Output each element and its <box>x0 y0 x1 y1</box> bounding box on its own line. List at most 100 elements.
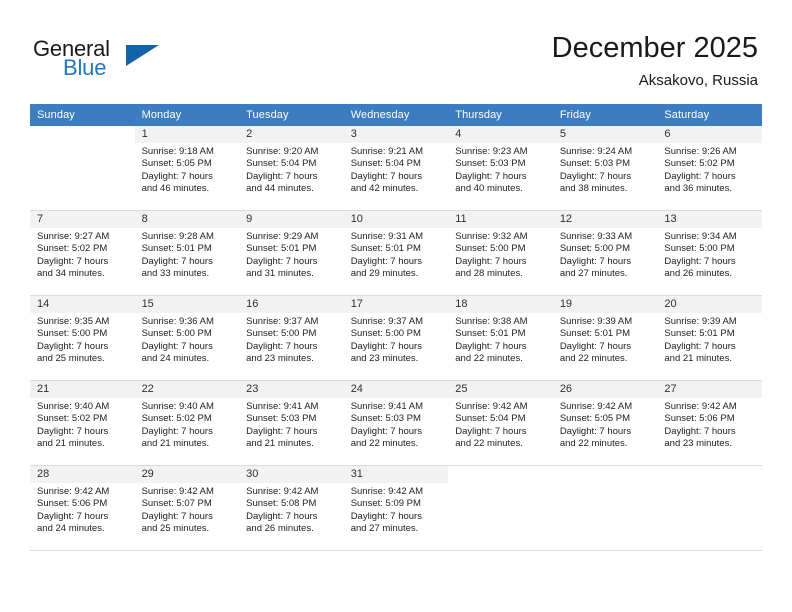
daylight-text-line2: and 44 minutes. <box>246 182 314 194</box>
page-title: December 2025 <box>551 32 758 64</box>
sunrise-text: Sunrise: 9:41 AM <box>350 401 424 412</box>
day-cell[interactable]: 11 Sunrise: 9:32 AM Sunset: 5:00 PM Dayl… <box>448 210 553 296</box>
day-cell[interactable]: 29 Sunrise: 9:42 AM Sunset: 5:07 PM Dayl… <box>134 465 240 551</box>
daylight-text-line1: Daylight: 7 hours <box>455 340 527 352</box>
day-cell[interactable]: 9 Sunrise: 9:29 AM Sunset: 5:01 PM Dayli… <box>239 210 344 296</box>
title-block: December 2025 Aksakovo, Russia <box>552 30 758 91</box>
page-header: General Blue December 2025 Aksakovo, Rus… <box>0 0 792 104</box>
sunrise-text: Sunrise: 9:42 AM <box>350 486 424 497</box>
sunrise-text: Sunrise: 9:40 AM <box>141 401 214 412</box>
day-cell[interactable]: 10 Sunrise: 9:31 AM Sunset: 5:01 PM Dayl… <box>343 210 449 296</box>
daylight-text-line2: and 46 minutes. <box>141 182 210 194</box>
day-number: 9 <box>239 211 344 228</box>
sunrise-text: Sunrise: 9:36 AM <box>141 316 214 327</box>
day-details: Sunrise: 9:39 AM Sunset: 5:01 PM Dayligh… <box>553 313 658 365</box>
day-cell[interactable]: 14 Sunrise: 9:35 AM Sunset: 5:00 PM Dayl… <box>30 295 135 381</box>
sunrise-text: Sunrise: 9:37 AM <box>350 316 424 327</box>
sunrise-text: Sunrise: 9:28 AM <box>141 231 214 242</box>
day-details: Sunrise: 9:42 AM Sunset: 5:08 PM Dayligh… <box>239 483 344 535</box>
general-blue-logo[interactable]: General Blue <box>33 36 203 86</box>
day-cell[interactable]: 22 Sunrise: 9:40 AM Sunset: 5:02 PM Dayl… <box>134 380 240 466</box>
daylight-text-line2: and 25 minutes. <box>37 352 105 364</box>
day-number: 25 <box>448 381 553 398</box>
daylight-text-line1: Daylight: 7 hours <box>246 510 318 522</box>
day-cell[interactable]: 24 Sunrise: 9:41 AM Sunset: 5:03 PM Dayl… <box>343 380 449 466</box>
calendar-table: Sunday Monday Tuesday Wednesday Thursday… <box>30 104 762 551</box>
sunset-text: Sunset: 5:02 PM <box>37 413 108 425</box>
day-cell[interactable]: 19 Sunrise: 9:39 AM Sunset: 5:01 PM Dayl… <box>552 295 658 381</box>
day-details: Sunrise: 9:32 AM Sunset: 5:00 PM Dayligh… <box>448 228 553 280</box>
day-cell[interactable]: 16 Sunrise: 9:37 AM Sunset: 5:00 PM Dayl… <box>239 295 344 381</box>
daylight-text-line1: Daylight: 7 hours <box>37 255 109 267</box>
day-cell[interactable]: 31 Sunrise: 9:42 AM Sunset: 5:09 PM Dayl… <box>343 465 449 551</box>
day-cell[interactable]: 3 Sunrise: 9:21 AM Sunset: 5:04 PM Dayli… <box>343 126 449 211</box>
day-details: Sunrise: 9:42 AM Sunset: 5:05 PM Dayligh… <box>553 398 658 450</box>
day-number: 10 <box>343 211 449 228</box>
weekday-header-monday: Monday <box>134 104 240 126</box>
day-details: Sunrise: 9:42 AM Sunset: 5:06 PM Dayligh… <box>657 398 762 450</box>
sunset-text: Sunset: 5:04 PM <box>350 158 421 170</box>
day-details: Sunrise: 9:42 AM Sunset: 5:04 PM Dayligh… <box>448 398 553 450</box>
day-cell[interactable]: 23 Sunrise: 9:41 AM Sunset: 5:03 PM Dayl… <box>239 380 344 466</box>
day-cell[interactable]: 4 Sunrise: 9:23 AM Sunset: 5:03 PM Dayli… <box>448 126 553 211</box>
day-cell[interactable]: 8 Sunrise: 9:28 AM Sunset: 5:01 PM Dayli… <box>134 210 240 296</box>
day-cell[interactable]: 2 Sunrise: 9:20 AM Sunset: 5:04 PM Dayli… <box>239 126 344 211</box>
day-details: Sunrise: 9:41 AM Sunset: 5:03 PM Dayligh… <box>239 398 344 450</box>
sunset-text: Sunset: 5:01 PM <box>350 243 421 255</box>
daylight-text-line2: and 26 minutes. <box>664 267 732 279</box>
daylight-text-line1: Daylight: 7 hours <box>37 340 109 352</box>
day-number: 5 <box>552 126 658 143</box>
daylight-text-line2: and 40 minutes. <box>455 182 523 194</box>
sunrise-text: Sunrise: 9:42 AM <box>664 401 737 412</box>
daylight-text-line1: Daylight: 7 hours <box>455 425 527 437</box>
day-cell[interactable]: 30 Sunrise: 9:42 AM Sunset: 5:08 PM Dayl… <box>239 465 344 551</box>
daylight-text-line2: and 21 minutes. <box>141 437 210 449</box>
day-cell[interactable]: 6 Sunrise: 9:26 AM Sunset: 5:02 PM Dayli… <box>657 126 762 211</box>
flag-icon <box>126 45 159 66</box>
day-number: 2 <box>239 126 344 143</box>
daylight-text-line1: Daylight: 7 hours <box>664 340 736 352</box>
sunset-text: Sunset: 5:01 PM <box>455 328 526 340</box>
sunrise-text: Sunrise: 9:39 AM <box>664 316 737 327</box>
sunset-text: Sunset: 5:02 PM <box>37 243 108 255</box>
daylight-text-line2: and 25 minutes. <box>141 522 210 534</box>
daylight-text-line1: Daylight: 7 hours <box>141 510 213 522</box>
day-cell[interactable]: 17 Sunrise: 9:37 AM Sunset: 5:00 PM Dayl… <box>343 295 449 381</box>
week-row: 1 Sunrise: 9:18 AM Sunset: 5:05 PM Dayli… <box>30 126 762 211</box>
day-number: 12 <box>552 211 658 228</box>
daylight-text-line1: Daylight: 7 hours <box>350 255 422 267</box>
day-cell[interactable]: 20 Sunrise: 9:39 AM Sunset: 5:01 PM Dayl… <box>657 295 762 381</box>
day-details: Sunrise: 9:42 AM Sunset: 5:06 PM Dayligh… <box>30 483 135 535</box>
daylight-text-line2: and 22 minutes. <box>350 437 419 449</box>
day-cell[interactable]: 7 Sunrise: 9:27 AM Sunset: 5:02 PM Dayli… <box>30 210 135 296</box>
day-details: Sunrise: 9:21 AM Sunset: 5:04 PM Dayligh… <box>344 143 449 195</box>
day-cell-empty <box>30 126 135 211</box>
day-number: 3 <box>343 126 449 143</box>
day-cell[interactable]: 1 Sunrise: 9:18 AM Sunset: 5:05 PM Dayli… <box>134 126 240 211</box>
day-cell[interactable]: 13 Sunrise: 9:34 AM Sunset: 5:00 PM Dayl… <box>657 210 762 296</box>
day-number: 14 <box>30 296 135 313</box>
day-cell[interactable]: 21 Sunrise: 9:40 AM Sunset: 5:02 PM Dayl… <box>30 380 135 466</box>
day-cell[interactable]: 27 Sunrise: 9:42 AM Sunset: 5:06 PM Dayl… <box>657 380 762 466</box>
day-number: 30 <box>239 466 344 483</box>
day-cell[interactable]: 28 Sunrise: 9:42 AM Sunset: 5:06 PM Dayl… <box>30 465 135 551</box>
day-number: 19 <box>552 296 658 313</box>
day-number: 18 <box>448 296 553 313</box>
daylight-text-line1: Daylight: 7 hours <box>664 255 736 267</box>
sunset-text: Sunset: 5:01 PM <box>141 243 212 255</box>
sunrise-text: Sunrise: 9:37 AM <box>246 316 319 327</box>
day-details: Sunrise: 9:29 AM Sunset: 5:01 PM Dayligh… <box>239 228 344 280</box>
day-cell[interactable]: 12 Sunrise: 9:33 AM Sunset: 5:00 PM Dayl… <box>552 210 658 296</box>
day-cell[interactable]: 25 Sunrise: 9:42 AM Sunset: 5:04 PM Dayl… <box>448 380 553 466</box>
day-number: 6 <box>657 126 762 143</box>
sunset-text: Sunset: 5:00 PM <box>246 328 317 340</box>
day-cell[interactable]: 15 Sunrise: 9:36 AM Sunset: 5:00 PM Dayl… <box>134 295 240 381</box>
day-number <box>448 466 553 483</box>
day-cell[interactable]: 18 Sunrise: 9:38 AM Sunset: 5:01 PM Dayl… <box>448 295 553 381</box>
daylight-text-line2: and 31 minutes. <box>246 267 314 279</box>
day-cell[interactable]: 26 Sunrise: 9:42 AM Sunset: 5:05 PM Dayl… <box>552 380 658 466</box>
weekday-header-sunday: Sunday <box>30 104 135 126</box>
calendar-header-row: Sunday Monday Tuesday Wednesday Thursday… <box>30 104 762 126</box>
day-number: 31 <box>343 466 449 483</box>
day-cell[interactable]: 5 Sunrise: 9:24 AM Sunset: 5:03 PM Dayli… <box>552 126 658 211</box>
